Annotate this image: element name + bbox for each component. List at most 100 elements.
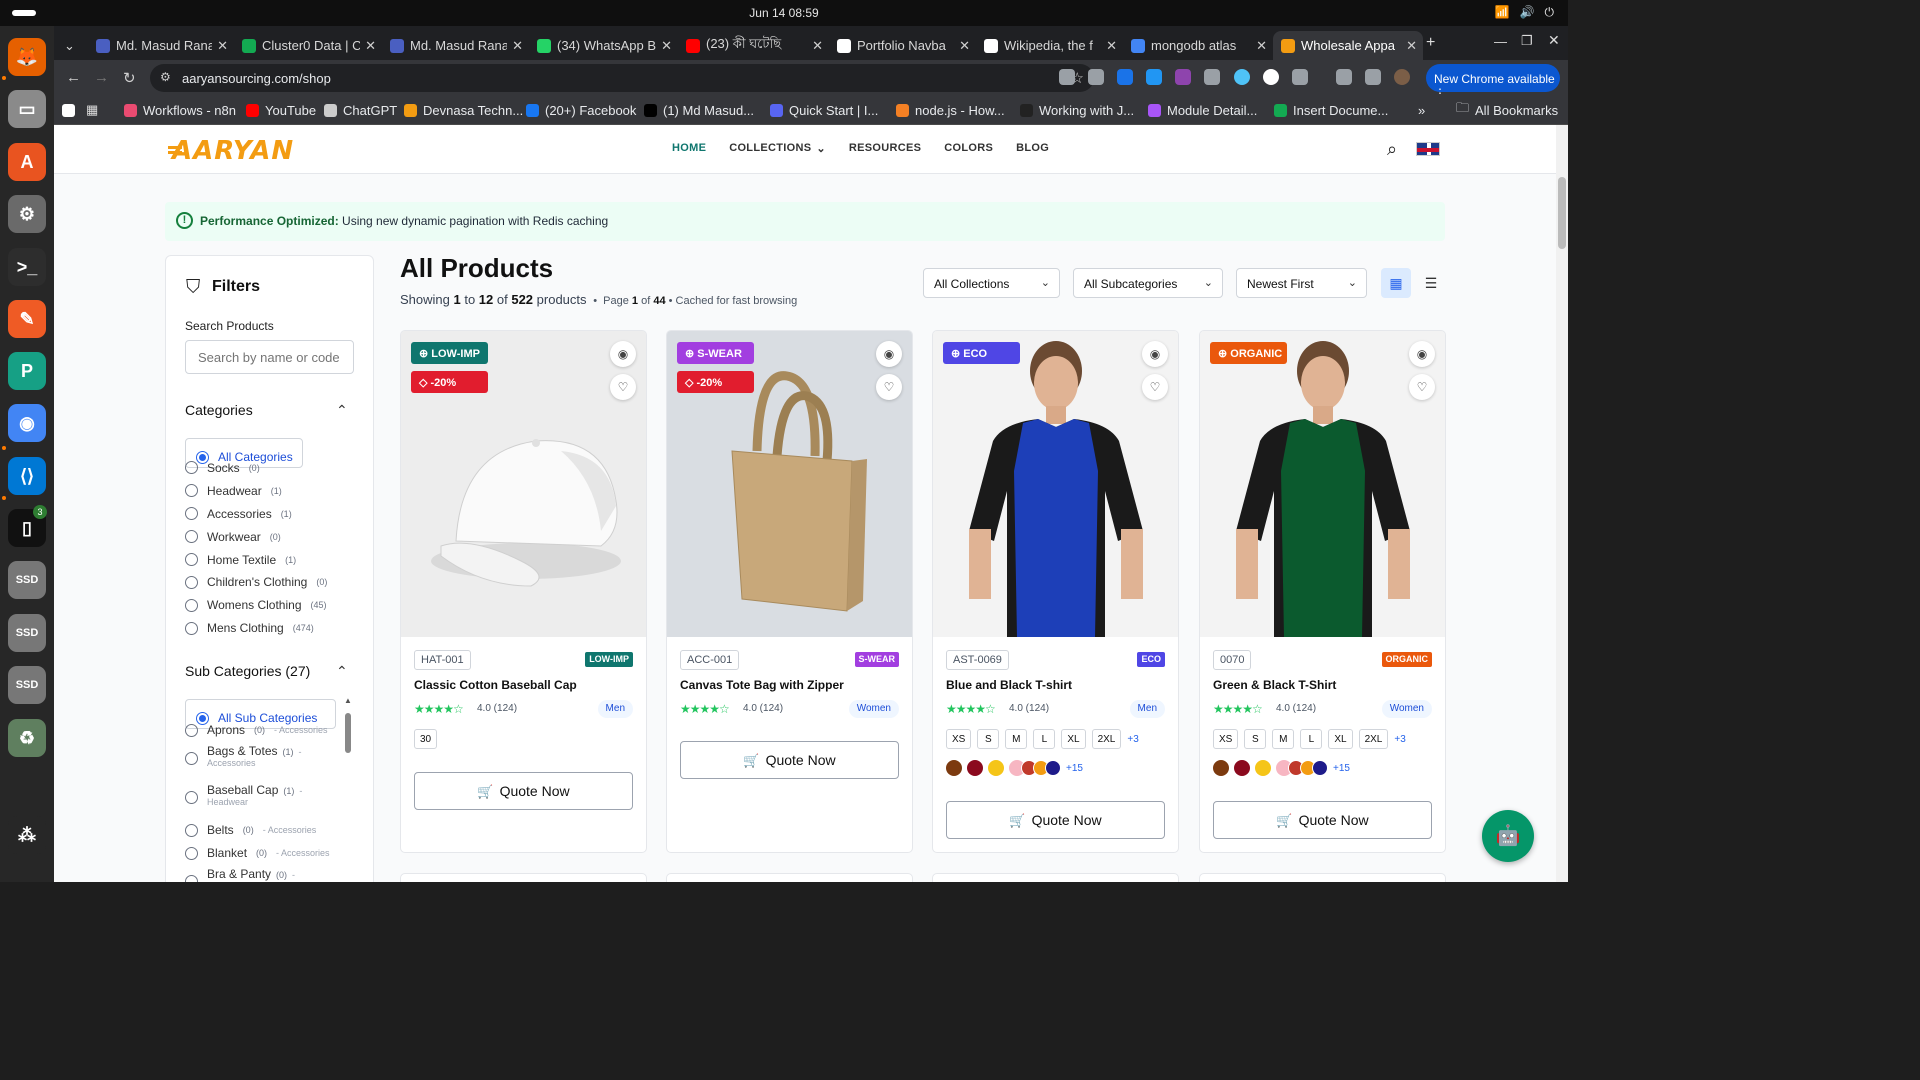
close-tab-icon[interactable]: ✕ (812, 38, 823, 54)
new-tab-button[interactable]: + (1426, 34, 1435, 52)
quick-view-button[interactable]: ◉ (610, 341, 636, 367)
close-tab-icon[interactable]: ✕ (365, 38, 376, 54)
subcategory-radio[interactable]: Aprons (0) - Accessories (185, 723, 328, 737)
radio-button[interactable] (185, 598, 198, 612)
search-icon[interactable]: ⌕ (1387, 139, 1397, 160)
color-swatch[interactable] (1234, 760, 1250, 776)
chevron-up-icon[interactable]: ⌃ (336, 402, 348, 419)
product-card[interactable]: ⊕ ECO ◉ ♡ AST-0069 ECO Blue and Black T-shirt… (932, 330, 1179, 853)
color-swatch[interactable] (1312, 760, 1328, 776)
nav-collections[interactable]: COLLECTIONS (729, 142, 811, 155)
radio-button[interactable] (185, 752, 198, 765)
size-option[interactable]: XL (1328, 729, 1353, 749)
bookmark-item[interactable]: node.js - How... (896, 101, 1005, 119)
site-info-icon[interactable]: ⚙ (160, 70, 171, 84)
bookmark-item[interactable]: Workflows - n8n (124, 101, 236, 119)
minimize-button[interactable]: — (1494, 34, 1507, 49)
browser-tab[interactable]: Wikipedia, the f ✕ (976, 31, 1123, 60)
product-image[interactable] (933, 331, 1178, 637)
close-window-button[interactable]: ✕ (1548, 32, 1560, 49)
product-card[interactable]: ⊕ S-WEAR ◇ -20% ◉ ♡ ACC-001 S-WEAR Canvas Tote… (666, 330, 913, 853)
url-bar[interactable]: ⚙ aaryansourcing.com/shop ☆ (150, 64, 1094, 92)
send-extension-icon[interactable] (1146, 69, 1162, 85)
more-sizes[interactable]: +3 (1394, 734, 1405, 745)
color-swatch[interactable] (967, 760, 983, 776)
system-clock[interactable]: Jun 14 08:59 (0, 6, 1568, 20)
product-name[interactable]: Green & Black T-Shirt (1213, 678, 1336, 692)
software-icon[interactable]: A (8, 143, 46, 181)
bookmark-item[interactable]: Quick Start | I... (770, 101, 878, 119)
settings-icon[interactable]: ⚙ (8, 195, 46, 233)
wishlist-button[interactable]: ♡ (1409, 374, 1435, 400)
close-tab-icon[interactable]: ✕ (1106, 38, 1117, 54)
close-tab-icon[interactable]: ✕ (959, 38, 970, 54)
all-bookmarks-folder[interactable]: 🗀 All Bookmarks (1456, 100, 1558, 119)
download-icon[interactable] (1336, 69, 1352, 85)
size-option[interactable]: S (1244, 729, 1267, 749)
close-tab-icon[interactable]: ✕ (217, 38, 228, 54)
color-swatch[interactable] (1255, 760, 1271, 776)
category-radio[interactable]: Womens Clothing (45) (185, 598, 327, 612)
size-option[interactable]: XS (1213, 729, 1239, 749)
grid-view-button[interactable]: ▦ (1381, 268, 1411, 298)
nav-home[interactable]: HOME (672, 142, 706, 155)
size-option[interactable]: 30 (414, 729, 438, 749)
size-option[interactable]: 2XL (1358, 729, 1389, 749)
category-radio[interactable]: Headwear (1) (185, 484, 282, 498)
subcategories-select[interactable]: All Subcategories ⌄ (1073, 268, 1223, 298)
browser-tab[interactable]: Md. Masud Rana ✕ (88, 31, 234, 60)
category-radio[interactable]: Workwear (0) (185, 530, 281, 544)
radio-button[interactable] (185, 461, 198, 475)
subcategory-radio[interactable]: Blanket (0) - Accessories (185, 846, 330, 860)
bookmarks-pin-icon[interactable] (62, 101, 75, 119)
size-option[interactable]: L (1033, 729, 1056, 749)
product-image[interactable] (1200, 331, 1445, 637)
product-card[interactable]: ⊕ LOW-IMP ◇ -20% ◉ ♡ HAT-001 LOW-IMP Classic C… (400, 330, 647, 853)
bookmark-item[interactable]: Devnasa Techn... (404, 101, 523, 119)
list-view-button[interactable]: ☰ (1416, 268, 1446, 298)
color-swatch[interactable] (1213, 760, 1229, 776)
color-swatch[interactable] (1045, 760, 1061, 776)
browser-tab[interactable]: Md. Masud Rana ✕ (382, 31, 529, 60)
category-radio[interactable]: Mens Clothing (474) (185, 621, 314, 635)
firefox-icon[interactable]: 🦊 (8, 38, 46, 76)
forward-icon[interactable]: → (94, 69, 109, 86)
chevron-up-icon[interactable]: ⌃ (336, 663, 348, 680)
bookmark-item[interactable]: (20+) Facebook (526, 101, 636, 119)
wishlist-button[interactable]: ♡ (876, 374, 902, 400)
bookmark-item[interactable]: Working with J... (1020, 101, 1134, 119)
gear-extension-icon[interactable] (1175, 69, 1191, 85)
wishlist-button[interactable]: ♡ (610, 374, 636, 400)
radio-button[interactable] (185, 530, 198, 544)
bookmark-item[interactable]: ChatGPT (324, 101, 397, 119)
maximize-button[interactable]: ❐ (1521, 33, 1533, 49)
page-scrollbar[interactable] (1556, 125, 1568, 882)
browser-tab[interactable]: Wholesale Appa ✕ (1273, 31, 1423, 60)
color-swatch[interactable] (988, 760, 1004, 776)
collections-select[interactable]: All Collections ⌄ (923, 268, 1060, 298)
bookmark-item[interactable]: (1) Md Masud... (644, 101, 754, 119)
postman-icon[interactable]: ✎ (8, 300, 46, 338)
radio-button[interactable] (185, 575, 198, 589)
close-tab-icon[interactable]: ✕ (1406, 38, 1417, 54)
quote-now-button[interactable]: 🛒 Quote Now (414, 772, 633, 810)
sort-select[interactable]: Newest First ⌄ (1236, 268, 1367, 298)
radio-button[interactable] (185, 723, 198, 737)
subcategory-radio[interactable]: Baseball Cap (1) - Headwear (185, 783, 302, 807)
profile-avatar[interactable] (1394, 69, 1410, 85)
nav-blog[interactable]: BLOG (1016, 142, 1049, 155)
quick-view-button[interactable]: ◉ (1409, 341, 1435, 367)
apps-grid-icon[interactable]: ⁂ (8, 816, 46, 854)
ssd-icon[interactable]: SSD (8, 614, 46, 652)
circle-extension-icon[interactable] (1263, 69, 1279, 85)
subcategory-radio[interactable]: Belts (0) - Accessories (185, 823, 316, 837)
files-icon[interactable]: ▭ (8, 90, 46, 128)
new-chrome-available-button[interactable]: New Chrome available ⋮ (1426, 64, 1560, 100)
search-products-input[interactable] (185, 340, 354, 374)
subcategory-radio[interactable]: Bags & Totes (1) - Accessories (185, 744, 302, 768)
quick-view-button[interactable]: ◉ (876, 341, 902, 367)
size-option[interactable]: L (1300, 729, 1323, 749)
size-option[interactable]: 2XL (1091, 729, 1122, 749)
product-card[interactable]: ⊕ ORGANIC ◉ ♡ 0070 ORGANIC Green & Black T-Sh… (1199, 330, 1446, 853)
close-tab-icon[interactable]: ✕ (1256, 38, 1267, 54)
